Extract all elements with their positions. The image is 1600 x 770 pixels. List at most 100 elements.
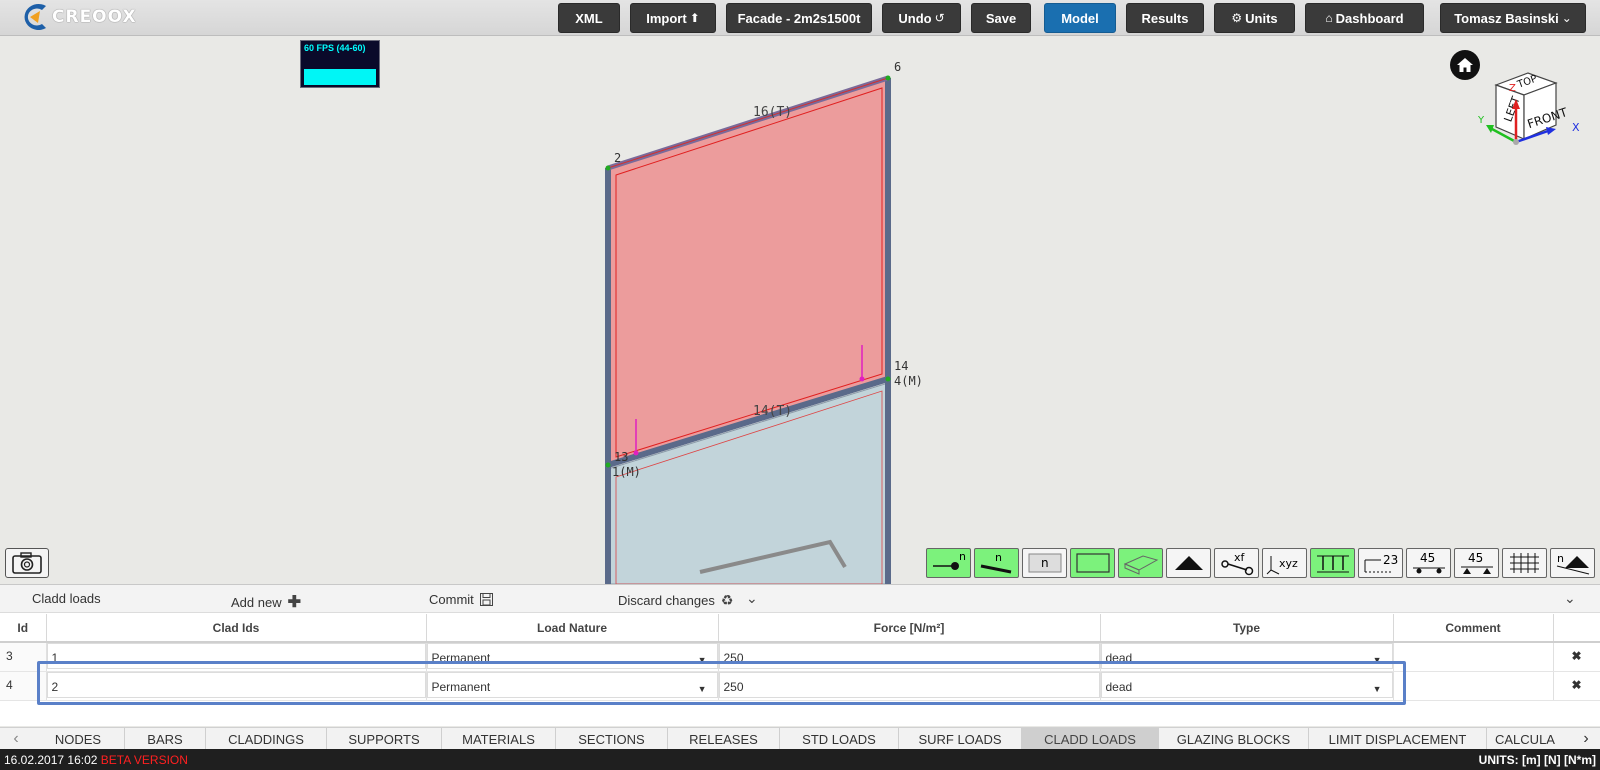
delete-row-button[interactable]: ✖ <box>1553 671 1600 701</box>
tab-cladd-loads[interactable]: CLADD LOADS <box>1022 728 1159 750</box>
commit-button[interactable]: Commit <box>429 592 493 607</box>
results-button[interactable]: Results <box>1126 3 1204 33</box>
toggle-dimensions[interactable]: 23 <box>1358 548 1403 578</box>
toggle-local-axes[interactable]: xyz <box>1262 548 1307 578</box>
table-header-row: Id Clad Ids Load Nature Force [N/m²] Typ… <box>0 614 1600 643</box>
toggle-claddings[interactable] <box>1070 548 1115 578</box>
svg-text:45: 45 <box>1468 551 1483 565</box>
svg-text:n: n <box>1557 552 1564 565</box>
save-label: Save <box>985 10 1017 26</box>
undo-icon: ↺ <box>934 11 945 25</box>
tab-sections[interactable]: SECTIONS <box>556 728 668 750</box>
node-label-14-sub: 4(M) <box>894 374 923 388</box>
screenshot-button[interactable] <box>5 548 49 578</box>
chevron-right-icon[interactable]: › <box>1572 728 1600 750</box>
toggle-bar-numbers[interactable]: n <box>974 548 1019 578</box>
model-viewport[interactable]: 2 6 16(T) 14 4(M) 14(T) 13 1(M) 60 FPS (… <box>0 37 1600 584</box>
node-label-6: 6 <box>894 60 901 74</box>
tab-bars[interactable]: BARS <box>125 728 206 750</box>
tab-std-loads[interactable]: STD LOADS <box>780 728 899 750</box>
user-menu-button[interactable]: Tomasz Basinski ⌄ <box>1440 3 1586 33</box>
table-row: 3 1 Permanent ▼ 250 dead ▼ ✖ <box>0 642 1600 672</box>
comment-cell[interactable] <box>1393 671 1554 701</box>
tab-claddings[interactable]: CLADDINGS <box>206 728 327 750</box>
status-bar: 16.02.2017 16:02 BETA VERSION UNITS: [m]… <box>0 749 1600 770</box>
clad-ids-value: 1 <box>51 651 59 665</box>
comment-cell[interactable] <box>1393 642 1554 672</box>
app-logo[interactable]: CREOOX <box>16 2 137 32</box>
discard-changes-button[interactable]: Discard changes ♻ <box>618 592 733 609</box>
load-nature-value: Permanent <box>431 651 491 665</box>
save-button[interactable]: Save <box>971 3 1031 33</box>
panel-header: Cladd loads Add new ✚ Commit Discard cha… <box>0 585 1600 613</box>
recycle-icon: ♻ <box>720 592 734 608</box>
undo-button[interactable]: Undo ↺ <box>882 3 961 33</box>
load-icon <box>1316 555 1349 573</box>
load-nature-select[interactable]: Permanent ▼ <box>426 642 719 672</box>
collapse-panel-button[interactable]: ⌄ <box>1564 590 1576 607</box>
table-row: 4 2 Permanent ▼ 250 dead ▼ ✖ <box>0 671 1600 701</box>
clad-ids-cell[interactable]: 1 <box>46 642 427 672</box>
node-label-14: 14 <box>894 359 908 373</box>
column-header-comment[interactable]: Comment <box>1393 614 1554 643</box>
add-new-button[interactable]: Add new ✚ <box>231 592 301 612</box>
cladding-icon <box>1075 553 1110 573</box>
dropdown-arrow-icon: ▼ <box>1372 655 1382 665</box>
view-cube[interactable]: TOP LEFT FRONT Z X Y <box>1476 67 1586 167</box>
dashboard-button[interactable]: ⌂ Dashboard <box>1305 3 1424 33</box>
units-button[interactable]: ⚙ Units <box>1214 3 1295 33</box>
type-select[interactable]: dead ▼ <box>1100 671 1394 701</box>
tab-releases[interactable]: RELEASES <box>668 728 780 750</box>
cladd-loads-panel: Cladd loads Add new ✚ Commit Discard cha… <box>0 584 1600 726</box>
toggle-grid[interactable] <box>1502 548 1547 578</box>
model-button[interactable]: Model <box>1044 3 1116 33</box>
dropdown-arrow-icon: ▼ <box>1372 684 1382 694</box>
toggle-angle-supports[interactable]: 45 <box>1454 548 1499 578</box>
tab-glazing-blocks[interactable]: GLAZING BLOCKS <box>1159 728 1309 750</box>
toggle-node-numbers[interactable]: n <box>926 548 971 578</box>
project-button[interactable]: Facade - 2m2s1500t <box>726 3 872 33</box>
column-header-load-nature[interactable]: Load Nature <box>426 614 719 643</box>
xml-button[interactable]: XML <box>558 3 620 33</box>
release-icon: xf <box>1220 551 1253 576</box>
collapse-columns-button[interactable]: ⌄ <box>746 590 758 607</box>
tab-nodes[interactable]: NODES <box>32 728 125 750</box>
column-header-force[interactable]: Force [N/m²] <box>718 614 1101 643</box>
import-button[interactable]: Import ⬆ <box>630 3 716 33</box>
force-cell[interactable]: 250 <box>718 642 1101 672</box>
bar-number-icon: n <box>980 551 1011 574</box>
toggle-angle-labels[interactable]: 45 <box>1406 548 1451 578</box>
toggle-releases[interactable]: xf <box>1214 548 1259 578</box>
delete-row-button[interactable]: ✖ <box>1553 642 1600 672</box>
type-select[interactable]: dead ▼ <box>1100 642 1394 672</box>
tab-calculations[interactable]: CALCULA <box>1487 728 1572 750</box>
logo-mark-icon <box>24 4 46 31</box>
toggle-3d-sections[interactable] <box>1118 548 1163 578</box>
tab-limit-displacement[interactable]: LIMIT DISPLACEMENT <box>1309 728 1487 750</box>
clad-ids-cell[interactable]: 2 <box>46 671 427 701</box>
section-3d-icon <box>1123 555 1158 575</box>
tab-supports[interactable]: SUPPORTS <box>327 728 442 750</box>
column-header-id[interactable]: Id <box>0 614 47 643</box>
toggle-supports[interactable] <box>1166 548 1211 578</box>
row-id: 4 <box>0 671 47 701</box>
toggle-loads[interactable] <box>1310 548 1355 578</box>
force-cell[interactable]: 250 <box>718 671 1101 701</box>
column-header-actions <box>1553 614 1600 643</box>
toggle-support-numbers[interactable]: n <box>1550 548 1595 578</box>
support-icon <box>1174 556 1203 570</box>
tab-materials[interactable]: MATERIALS <box>442 728 556 750</box>
toggle-cladding-numbers[interactable]: n <box>1022 548 1067 578</box>
column-header-type[interactable]: Type <box>1100 614 1394 643</box>
svg-text:xf: xf <box>1234 551 1246 564</box>
fps-label: 60 FPS (44-60) <box>304 43 366 53</box>
axis-x-label: X <box>1572 121 1580 134</box>
tab-surf-loads[interactable]: SURF LOADS <box>899 728 1022 750</box>
camera-icon <box>12 552 42 574</box>
dropdown-arrow-icon: ▼ <box>697 684 707 694</box>
load-nature-select[interactable]: Permanent ▼ <box>426 671 719 701</box>
column-header-clad-ids[interactable]: Clad Ids <box>46 614 427 643</box>
chevron-left-icon[interactable]: ‹ <box>2 728 30 750</box>
force-value: 250 <box>723 651 744 665</box>
model-scene[interactable]: 2 6 16(T) 14 4(M) 14(T) 13 1(M) <box>0 37 1600 584</box>
